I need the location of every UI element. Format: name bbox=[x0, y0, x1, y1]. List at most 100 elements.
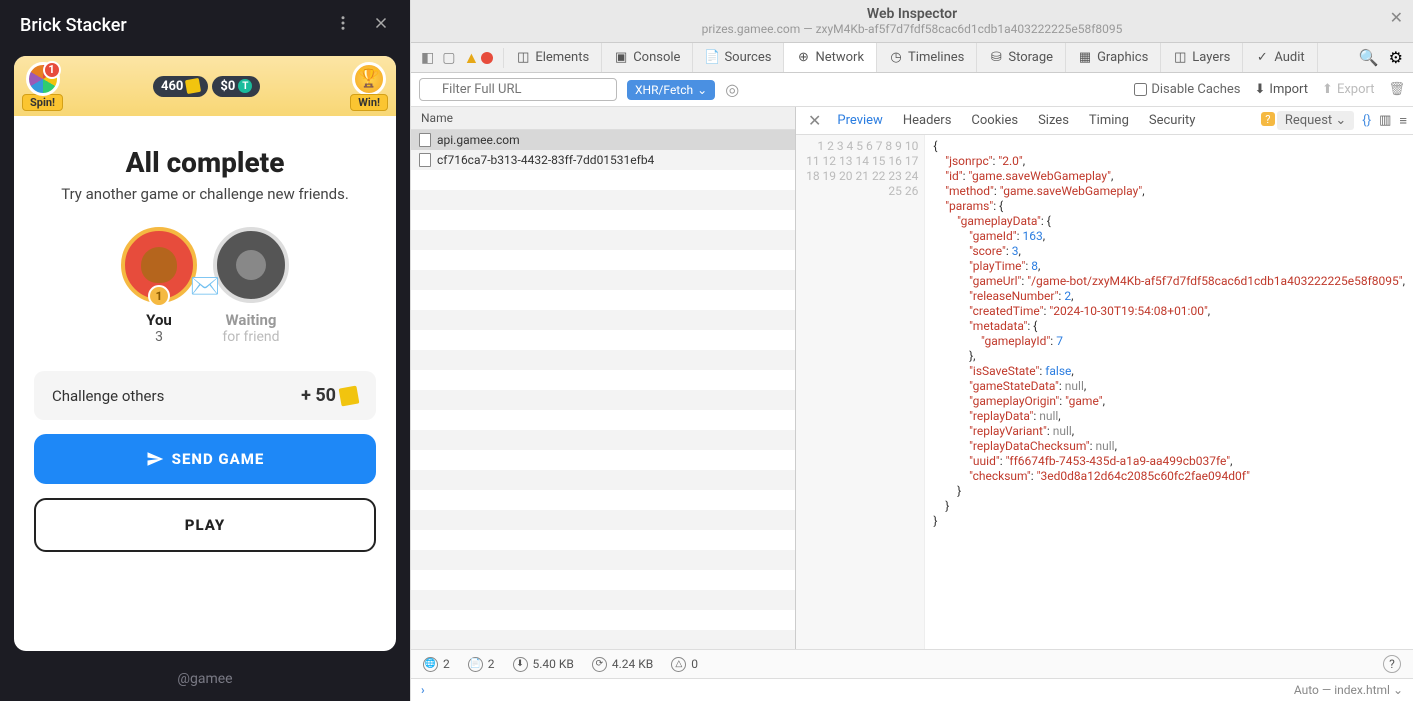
device-icon[interactable]: ▢ bbox=[442, 50, 455, 66]
console-bar[interactable]: › Auto — index.html ⌄ bbox=[411, 678, 1413, 701]
file-icon: 📄 bbox=[468, 657, 483, 672]
tab-layers[interactable]: ◫Layers bbox=[1161, 43, 1243, 72]
more-icon[interactable] bbox=[334, 14, 352, 36]
stat-errors: △0 bbox=[671, 657, 698, 672]
play-button[interactable]: PLAY bbox=[34, 498, 376, 552]
clear-icon[interactable]: 🗑 bbox=[1388, 82, 1405, 97]
tab-network[interactable]: ⊕Network bbox=[784, 43, 877, 72]
file-icon bbox=[419, 153, 431, 167]
tickets-pill[interactable]: 460 bbox=[153, 76, 208, 97]
file-icon bbox=[419, 133, 431, 147]
json-code: { "jsonrpc": "2.0", "id": "game.saveWebG… bbox=[925, 135, 1413, 649]
inspector-status-bar: 🌐2 📄2 ⬇5.40 KB ⟳4.24 KB △0 ? bbox=[411, 649, 1413, 678]
preview-panel: ✕ Preview Headers Cookies Sizes Timing S… bbox=[796, 107, 1413, 649]
request-row[interactable]: cf716ca7-b313-4432-83ff-7dd01531efb4 bbox=[411, 150, 795, 170]
player-name: Waiting bbox=[226, 311, 277, 329]
tab-timing[interactable]: Timing bbox=[1079, 107, 1139, 134]
spin-wheel-icon: 1 bbox=[26, 62, 60, 96]
tab-cookies[interactable]: Cookies bbox=[961, 107, 1028, 134]
web-inspector: Web Inspector prizes.gamee.com — zxyM4Kb… bbox=[410, 0, 1413, 701]
send-icon bbox=[146, 450, 164, 468]
send-game-button[interactable]: SEND GAME bbox=[34, 434, 376, 484]
warn-icon: △ bbox=[671, 657, 686, 672]
game-top-bar: 1 Spin! 460 $0T 🏆 Win! bbox=[14, 56, 396, 116]
tab-preview[interactable]: Preview bbox=[827, 107, 892, 134]
inspector-close-icon[interactable]: ✕ bbox=[1390, 8, 1403, 27]
tab-sizes[interactable]: Sizes bbox=[1028, 107, 1079, 134]
line-gutter: 1 2 3 4 5 6 7 8 9 10 11 12 13 14 15 16 1… bbox=[796, 135, 925, 649]
dock-icon[interactable]: ◧ bbox=[421, 50, 434, 66]
complete-subtitle: Try another game or challenge new friend… bbox=[34, 185, 376, 203]
console-prompt-icon: › bbox=[421, 683, 425, 697]
stat-transferred: ⬇5.40 KB bbox=[513, 657, 574, 672]
request-dropdown[interactable]: Request ⌄ bbox=[1277, 111, 1354, 130]
stat-size: ⟳4.24 KB bbox=[592, 657, 653, 672]
dollar-icon: T bbox=[238, 79, 252, 93]
inspector-tabs: ◧ ▢ ▲ ◫Elements ▣Console 📄Sources ⊕Netwo… bbox=[411, 43, 1413, 73]
challenge-reward: + 50 bbox=[301, 385, 358, 406]
spin-button[interactable]: 1 Spin! bbox=[22, 62, 63, 111]
player-sub: for friend bbox=[222, 329, 279, 345]
braces-icon[interactable]: {} bbox=[1362, 113, 1371, 128]
challenge-row[interactable]: Challenge others + 50 bbox=[34, 371, 376, 420]
player-name: You bbox=[146, 311, 172, 329]
game-body: 1 Spin! 460 $0T 🏆 Win! All complete Try … bbox=[14, 56, 396, 651]
tab-timelines[interactable]: ◷Timelines bbox=[877, 43, 977, 72]
rank-badge: 1 bbox=[148, 285, 170, 307]
spin-label: Spin! bbox=[22, 94, 63, 111]
tab-audit[interactable]: ✓Audit bbox=[1243, 43, 1317, 72]
import-button[interactable]: ⬇ Import bbox=[1255, 82, 1309, 97]
spin-notification-badge: 1 bbox=[43, 61, 61, 79]
player-score: 3 bbox=[155, 329, 163, 345]
request-list: Name api.gamee.com cf716ca7-b313-4432-83… bbox=[411, 107, 796, 649]
game-title: Brick Stacker bbox=[20, 15, 127, 36]
console-context[interactable]: Auto — index.html ⌄ bbox=[1294, 683, 1403, 697]
trophy-icon: 🏆 bbox=[352, 62, 386, 96]
tab-sources[interactable]: 📄Sources bbox=[693, 43, 784, 72]
wrap-icon[interactable]: ≡ bbox=[1399, 113, 1407, 129]
request-list-header: Name bbox=[411, 107, 795, 130]
win-label: Win! bbox=[350, 94, 388, 111]
game-header: Brick Stacker bbox=[0, 0, 410, 50]
trophy-button[interactable]: 🏆 Win! bbox=[350, 62, 388, 111]
inspector-titlebar: Web Inspector prizes.gamee.com — zxyM4Kb… bbox=[411, 0, 1413, 43]
balance-pill[interactable]: $0T bbox=[212, 76, 260, 97]
tab-headers[interactable]: Headers bbox=[893, 107, 962, 134]
versus-icon: ✉️ bbox=[185, 266, 225, 306]
inspector-subtitle: prizes.gamee.com — zxyM4Kb-af5f7d7fdf58c… bbox=[421, 22, 1403, 36]
download-icon: ⬇ bbox=[513, 657, 528, 672]
ticket-icon bbox=[185, 78, 201, 94]
filter-bar: XHR/Fetch⌄ ◎ Disable Caches ⬇ Import ⬆ E… bbox=[411, 73, 1413, 107]
warning-badge[interactable]: ▲ bbox=[463, 48, 493, 68]
footer-link[interactable]: @gamee bbox=[0, 657, 410, 701]
request-row[interactable]: api.gamee.com bbox=[411, 130, 795, 150]
close-icon[interactable] bbox=[372, 14, 390, 36]
group-icon[interactable]: ◎ bbox=[725, 80, 739, 99]
tab-elements[interactable]: ◫Elements bbox=[504, 43, 602, 72]
stat-domains: 🌐2 bbox=[423, 657, 450, 672]
globe-icon: 🌐 bbox=[423, 657, 438, 672]
game-panel: Brick Stacker 1 Spin! 460 $0T 🏆 Win! A bbox=[0, 0, 410, 701]
tab-security[interactable]: Security bbox=[1139, 107, 1206, 134]
filter-input[interactable] bbox=[419, 78, 617, 101]
challenge-label: Challenge others bbox=[52, 387, 164, 405]
time-icon: ⟳ bbox=[592, 657, 607, 672]
ticket-icon bbox=[339, 385, 360, 406]
game-content: All complete Try another game or challen… bbox=[14, 116, 396, 572]
disable-caches-checkbox[interactable]: Disable Caches bbox=[1134, 82, 1240, 97]
help-icon[interactable]: ? bbox=[1383, 655, 1401, 673]
tab-storage[interactable]: ⛁Storage bbox=[977, 43, 1066, 72]
settings-icon[interactable]: ⚙ bbox=[1389, 48, 1403, 67]
tab-console[interactable]: ▣Console bbox=[602, 43, 693, 72]
players-row: 1 You 3 ✉️ Waiting for friend bbox=[34, 227, 376, 345]
export-button[interactable]: ⬆ Export bbox=[1322, 82, 1374, 97]
inspector-title: Web Inspector bbox=[421, 6, 1403, 22]
panel-icon[interactable]: ▥ bbox=[1379, 113, 1391, 128]
json-preview[interactable]: 1 2 3 4 5 6 7 8 9 10 11 12 13 14 15 16 1… bbox=[796, 135, 1413, 649]
preview-tabs: ✕ Preview Headers Cookies Sizes Timing S… bbox=[796, 107, 1413, 135]
preview-close-icon[interactable]: ✕ bbox=[802, 111, 827, 130]
xhr-fetch-filter[interactable]: XHR/Fetch⌄ bbox=[627, 80, 715, 100]
search-icon[interactable]: 🔍 bbox=[1359, 48, 1379, 67]
tab-graphics[interactable]: ▦Graphics bbox=[1066, 43, 1161, 72]
stat-resources: 📄2 bbox=[468, 657, 495, 672]
